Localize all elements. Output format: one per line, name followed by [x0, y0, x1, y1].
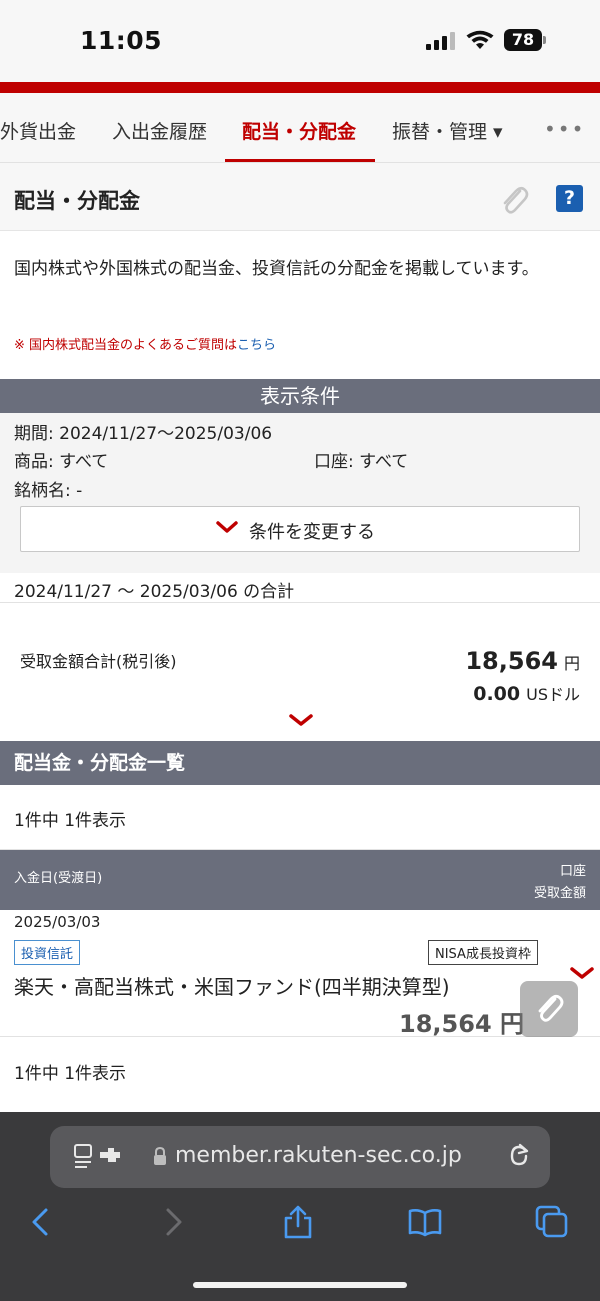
forward-icon[interactable]	[154, 1204, 190, 1240]
fund-name: 楽天・高配当株式・米国ファンド(四半期決算型)	[14, 975, 450, 999]
product-type-badge: 投資信託	[14, 940, 81, 965]
condition-account: 口座: すべて	[314, 452, 409, 472]
conditions-header: 表示条件	[0, 379, 600, 413]
summary-usd-unit: USドル	[526, 685, 580, 704]
conditions-panel: 期間: 2024/11/27〜2025/03/06 商品: すべて 口座: すべ…	[0, 413, 600, 573]
url-text: member.rakuten-sec.co.jp	[175, 1143, 462, 1168]
row-date: 2025/03/03	[14, 913, 101, 931]
battery-level: 78	[511, 30, 535, 49]
column-account: 口座	[559, 864, 586, 879]
tab-foreign-withdrawal[interactable]: 外貨出金	[0, 117, 76, 144]
summary-usd: 0.00 USドル	[473, 681, 580, 705]
wifi-icon	[466, 30, 494, 49]
tabs-icon[interactable]	[534, 1204, 570, 1240]
page-title: 配当・分配金	[14, 189, 140, 213]
page-description: 国内株式や外国株式の配当金、投資信託の分配金を掲載しています。	[14, 259, 539, 279]
condition-period: 期間: 2024/11/27〜2025/03/06	[14, 424, 273, 444]
result-count-top: 1件中 1件表示	[14, 811, 127, 831]
summary-label: 受取金額合計(税引後)	[20, 652, 177, 671]
expand-summary-chevron-icon[interactable]	[289, 713, 313, 727]
faq-link[interactable]: こちら	[237, 338, 276, 353]
faq-note: ※ 国内株式配当金のよくあるご質問はこちら	[14, 334, 276, 353]
summary-jpy: 18,564 円	[465, 647, 580, 675]
tab-dividends[interactable]: 配当・分配金	[242, 117, 356, 144]
lock-icon	[154, 1146, 166, 1165]
share-icon[interactable]	[280, 1204, 316, 1240]
floating-paperclip-button[interactable]	[520, 981, 578, 1037]
paperclip-icon	[538, 994, 564, 1022]
expand-row-chevron-icon[interactable]	[570, 966, 594, 980]
condition-product: 商品: すべて	[14, 452, 109, 472]
address-bar[interactable]: member.rakuten-sec.co.jp	[50, 1126, 550, 1188]
column-amount: 受取金額	[533, 886, 586, 901]
title-row: 配当・分配金 ?	[0, 163, 600, 231]
summary-usd-value: 0.00	[473, 683, 521, 705]
paperclip-icon[interactable]	[498, 183, 530, 219]
account-badge: NISA成長投資枠	[428, 940, 538, 965]
more-icon[interactable]: •••	[544, 117, 585, 141]
column-header: 入金日(受渡日) 口座 受取金額	[0, 850, 600, 910]
change-conditions-label: 条件を変更する	[249, 522, 375, 543]
result-count-bottom: 1件中 1件表示	[14, 1064, 127, 1084]
table-row[interactable]: 2025/03/03 投資信託 NISA成長投資枠 楽天・高配当株式・米国ファン…	[0, 910, 600, 1038]
tab-bar: 外貨出金 入出金履歴 配当・分配金 振替・管理 ▾ •••	[0, 93, 600, 163]
browser-toolbar: member.rakuten-sec.co.jp	[0, 1112, 600, 1301]
faq-prefix: ※ 国内株式配当金のよくあるご質問は	[14, 338, 238, 353]
summary-jpy-unit: 円	[563, 654, 580, 673]
tab-transfer-management[interactable]: 振替・管理 ▾	[392, 117, 503, 144]
reload-icon[interactable]	[506, 1142, 532, 1170]
back-icon[interactable]	[24, 1204, 60, 1240]
summary-period: 2024/11/27 〜 2025/03/06 の合計	[14, 582, 295, 602]
status-bar: 11:05 78	[0, 0, 600, 82]
divider	[0, 602, 600, 603]
list-header: 配当金・分配金一覧	[0, 741, 600, 785]
page-menu-icon[interactable]	[72, 1142, 126, 1172]
bookmarks-icon[interactable]	[407, 1204, 443, 1240]
cellular-signal-icon	[426, 32, 458, 50]
tab-deposit-history[interactable]: 入出金履歴	[112, 117, 207, 144]
change-conditions-button[interactable]: 条件を変更する	[20, 506, 580, 552]
chevron-down-icon	[216, 521, 238, 533]
row-amount: 18,564 円	[399, 1010, 524, 1038]
help-icon[interactable]: ?	[556, 185, 583, 212]
active-tab-indicator	[225, 159, 375, 162]
brand-bar	[0, 82, 600, 93]
summary-jpy-value: 18,564	[465, 647, 558, 675]
condition-brand: 銘柄名: -	[14, 481, 83, 501]
status-time: 11:05	[80, 26, 163, 55]
battery-icon: 78	[504, 29, 546, 51]
column-date: 入金日(受渡日)	[14, 871, 103, 886]
home-indicator	[193, 1282, 407, 1288]
